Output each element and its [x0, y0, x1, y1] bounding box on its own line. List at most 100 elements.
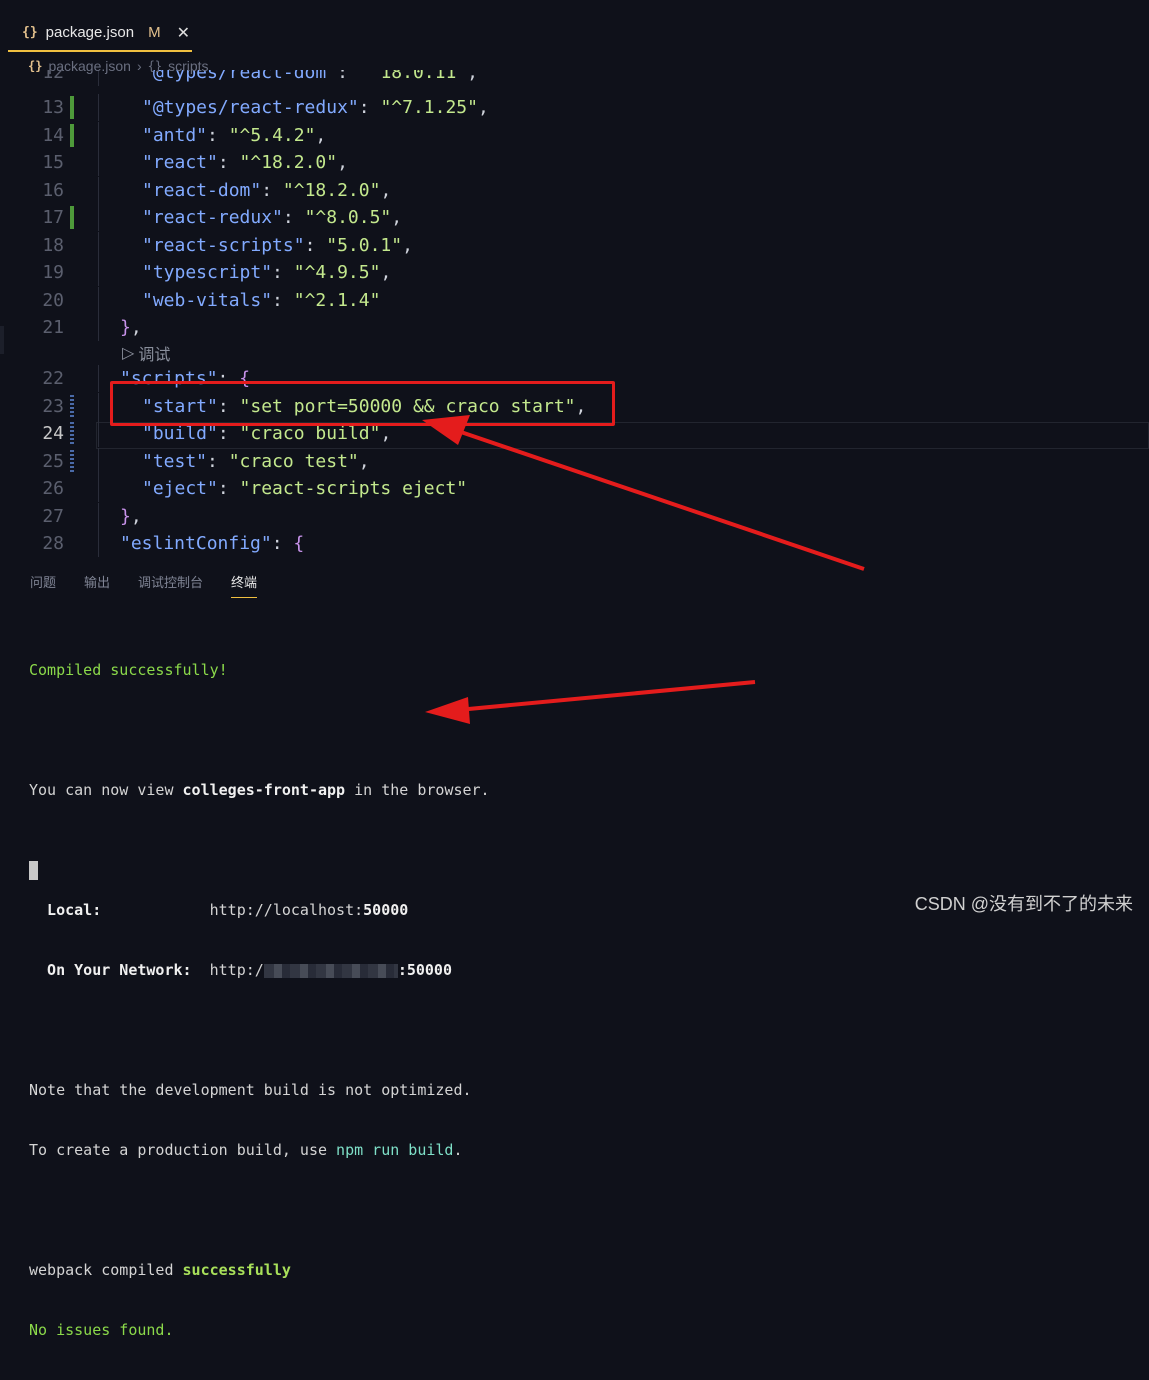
code-line[interactable]: 21},: [0, 314, 1149, 341]
breadcrumb-section[interactable]: scripts: [168, 58, 208, 74]
code-line[interactable]: 28 "eslintConfig": {: [0, 530, 1149, 557]
code-text: "web-vitals": "^2.1.4": [142, 290, 381, 311]
line-number: 15: [42, 152, 64, 173]
indent-guide: [98, 259, 99, 286]
line-number: 16: [42, 180, 64, 201]
no-issues-message: No issues found.: [29, 1321, 174, 1339]
indent-guide: [98, 475, 99, 502]
line-number: 19: [42, 262, 64, 283]
panel-tab[interactable]: 终端: [231, 572, 258, 598]
code-text: },: [120, 317, 142, 338]
panel-tabs: 问题 输出 调试控制台 终端: [30, 572, 258, 598]
compiled-message: Compiled successfully!: [29, 661, 228, 679]
indent-guide: [98, 94, 99, 121]
tab-filename: package.json: [45, 23, 135, 41]
note-line-1: Note that the development build is not o…: [29, 1081, 472, 1099]
code-text: "react-scripts": "5.0.1",: [142, 235, 413, 256]
indent-guide: [98, 530, 99, 557]
code-text: "test": "craco test",: [142, 451, 370, 472]
indent-guide: [98, 232, 99, 259]
panel-tab[interactable]: 输出: [84, 572, 110, 598]
line-number: 23: [42, 396, 64, 417]
breadcrumb-file[interactable]: package.json: [48, 58, 131, 74]
indent-guide: [98, 314, 99, 341]
debug-codelens[interactable]: ▷ 调试: [122, 341, 170, 365]
indent-guide: [98, 420, 99, 447]
json-file-icon: {}: [28, 59, 43, 73]
close-icon[interactable]: ✕: [177, 23, 190, 42]
play-icon: ▷: [122, 345, 135, 362]
code-line[interactable]: 17 "react-redux": "^8.0.5",: [0, 204, 1149, 231]
code-text: "react-dom": "^18.2.0",: [142, 180, 392, 201]
local-port: 50000: [363, 901, 409, 919]
editor-tab-bar: {} package.json M ✕: [0, 0, 1149, 52]
code-text: "antd": "^5.4.2",: [142, 125, 327, 146]
gutter-modified-marker[interactable]: [70, 422, 74, 445]
code-text: "react-redux": "^8.0.5",: [142, 207, 403, 228]
network-label: On Your Network:: [29, 961, 192, 979]
local-url-line: Local: http://localhost:50000: [29, 901, 409, 919]
code-line[interactable]: 15 "react": "^18.2.0",: [0, 149, 1149, 176]
json-file-icon: {}: [22, 24, 38, 40]
bottom-panel: 问题 输出 调试控制台 终端 Compiled successfully! You c…: [0, 558, 1149, 1339]
app-name: colleges-front-app: [182, 781, 346, 799]
line-number: 20: [42, 290, 64, 311]
line-number: 17: [42, 207, 64, 228]
indent-guide: [98, 177, 99, 204]
line-number: 21: [42, 317, 64, 338]
code-line[interactable]: 18 "react-scripts": "5.0.1",: [0, 232, 1149, 259]
code-editor[interactable]: ▷ 调试 12 "@types/react-dom": "^18.0.11", 13…: [0, 70, 1149, 558]
indent-guide: [98, 365, 99, 392]
line-number: 14: [42, 125, 64, 146]
gutter-modified-marker[interactable]: [70, 450, 74, 473]
gutter-modified-marker[interactable]: [70, 395, 74, 418]
line-number: 26: [42, 478, 64, 499]
code-text: "eslintConfig": {: [120, 533, 305, 554]
note-line-2: To create a production build, use npm ru…: [29, 1141, 463, 1159]
code-line[interactable]: 16 "react-dom": "^18.2.0",: [0, 177, 1149, 204]
indent-guide: [98, 393, 99, 420]
code-line[interactable]: 20 "web-vitals": "^2.1.4": [0, 287, 1149, 314]
code-text: },: [120, 506, 142, 527]
local-label: Local:: [29, 901, 102, 919]
modified-badge: M: [148, 23, 161, 41]
network-port: :50000: [397, 961, 452, 979]
build-command: npm run build: [336, 1141, 454, 1159]
annotation-highlight-box: [110, 381, 615, 426]
panel-tab[interactable]: 调试控制台: [138, 572, 203, 598]
line-number: 13: [42, 97, 64, 118]
object-icon: {}: [147, 59, 163, 73]
line-number: 22: [42, 368, 64, 389]
tab-package-json[interactable]: {} package.json M ✕: [8, 14, 192, 52]
breadcrumb: {} package.json › {} scripts: [28, 56, 209, 76]
view-message: You can now view colleges-front-app in t…: [29, 781, 490, 799]
indent-guide: [98, 287, 99, 314]
code-line[interactable]: 27},: [0, 503, 1149, 530]
network-url-line: On Your Network: http:/:50000: [29, 961, 452, 979]
redacted-ip: [263, 963, 398, 978]
chevron-right-icon: ›: [136, 58, 142, 74]
code-line[interactable]: 19 "typescript": "^4.9.5",: [0, 259, 1149, 286]
webpack-status-line: webpack compiled successfully: [29, 1261, 291, 1279]
line-number: 25: [42, 451, 64, 472]
gutter-added-marker[interactable]: [70, 124, 74, 147]
indent-guide: [98, 149, 99, 176]
code-text: "@types/react-redux": "^7.1.25",: [142, 97, 489, 118]
code-line[interactable]: 13 "@types/react-redux": "^7.1.25",: [0, 94, 1149, 121]
terminal-cursor: [29, 861, 38, 880]
gutter-added-marker[interactable]: [70, 96, 74, 119]
line-number: 28: [42, 533, 64, 554]
code-line[interactable]: 25 "test": "craco test",: [0, 448, 1149, 475]
code-text: "react": "^18.2.0",: [142, 152, 348, 173]
line-number: 18: [42, 235, 64, 256]
indent-guide: [98, 122, 99, 149]
code-line[interactable]: 14 "antd": "^5.4.2",: [0, 122, 1149, 149]
line-number: 27: [42, 506, 64, 527]
gutter-added-marker[interactable]: [70, 206, 74, 229]
terminal-output[interactable]: Compiled successfully! You can now view …: [29, 620, 490, 1380]
watermark: CSDN @没有到不了的未来: [914, 894, 1133, 914]
panel-tab[interactable]: 问题: [30, 572, 56, 598]
code-line[interactable]: 26 "eject": "react-scripts eject": [0, 475, 1149, 502]
webpack-status: successfully: [182, 1261, 291, 1279]
code-text: "eject": "react-scripts eject": [142, 478, 468, 499]
